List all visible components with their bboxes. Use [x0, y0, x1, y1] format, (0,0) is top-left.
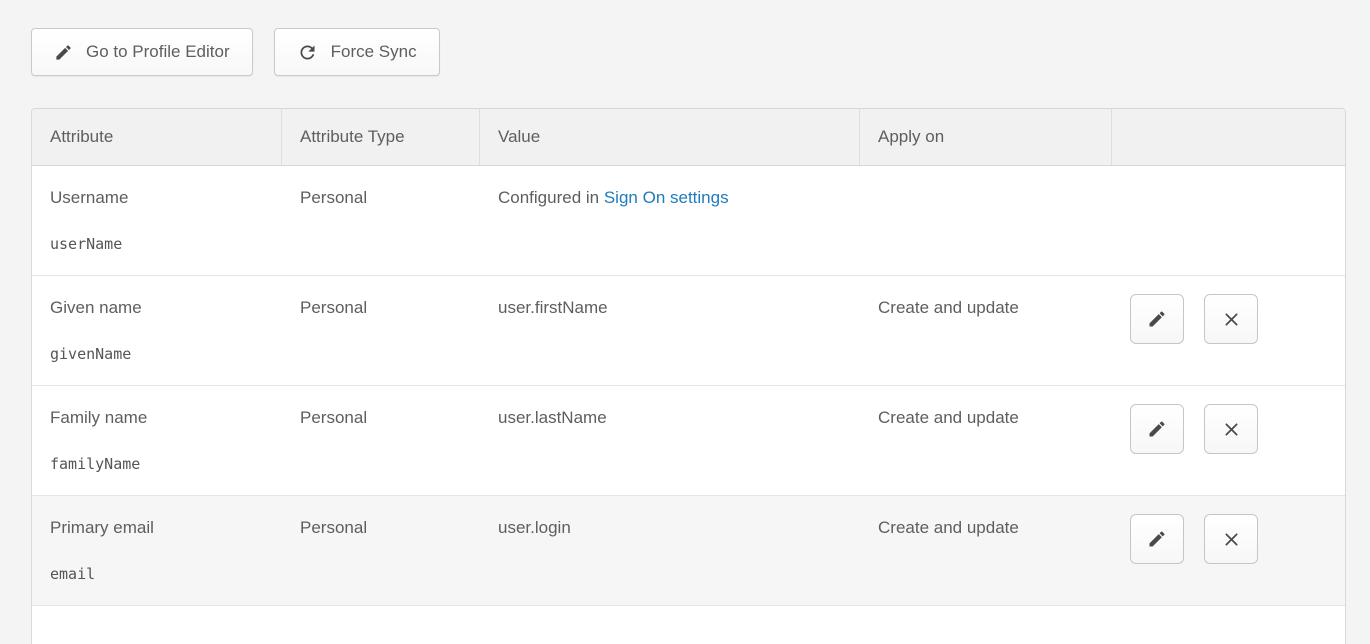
edit-attribute-button[interactable]	[1130, 514, 1184, 564]
attribute-cell: Given name givenName	[32, 276, 282, 385]
attribute-variable-name: userName	[50, 235, 264, 253]
apply-on-cell: Create and update	[860, 386, 1112, 495]
table-header-row: Attribute Attribute Type Value Apply on	[32, 109, 1345, 166]
toolbar: Go to Profile Editor Force Sync	[31, 28, 440, 76]
force-sync-label: Force Sync	[331, 42, 417, 62]
delete-attribute-button[interactable]	[1204, 294, 1258, 344]
pencil-icon	[1147, 419, 1167, 439]
table-row-family-name: Family name familyName Personal user.las…	[32, 386, 1345, 496]
actions-cell	[1112, 166, 1345, 275]
table-row-username: Username userName Personal Configured in…	[32, 166, 1345, 276]
apply-on-cell: Create and update	[860, 276, 1112, 385]
header-attribute: Attribute	[32, 109, 282, 165]
header-actions	[1112, 109, 1345, 165]
pencil-icon	[54, 43, 73, 62]
delete-attribute-button[interactable]	[1204, 514, 1258, 564]
table-row-given-name: Given name givenName Personal user.first…	[32, 276, 1345, 386]
actions-cell	[1112, 276, 1345, 385]
apply-on-cell: Create and update	[860, 496, 1112, 605]
attribute-mappings-table: Attribute Attribute Type Value Apply on …	[31, 108, 1346, 644]
header-attribute-type: Attribute Type	[282, 109, 480, 165]
value-cell: Configured in Sign On settings	[480, 166, 860, 275]
attribute-type-cell: Personal	[282, 276, 480, 385]
pencil-icon	[1147, 309, 1167, 329]
delete-attribute-button[interactable]	[1204, 404, 1258, 454]
close-icon	[1222, 530, 1241, 549]
attribute-cell: Primary email email	[32, 496, 282, 605]
actions-cell	[1112, 496, 1345, 605]
value-text: Configured in	[498, 188, 604, 207]
close-icon	[1222, 420, 1241, 439]
attribute-type-cell: Personal	[282, 166, 480, 275]
force-sync-button[interactable]: Force Sync	[274, 28, 440, 76]
actions-cell	[1112, 386, 1345, 495]
next-row-partial	[32, 606, 1345, 644]
attribute-display-name: Family name	[50, 408, 264, 428]
pencil-icon	[1147, 529, 1167, 549]
value-cell: user.firstName	[480, 276, 860, 385]
header-value: Value	[480, 109, 860, 165]
table-row-primary-email: Primary email email Personal user.login …	[32, 496, 1345, 606]
attribute-cell: Family name familyName	[32, 386, 282, 495]
value-cell: user.login	[480, 496, 860, 605]
attribute-cell: Username userName	[32, 166, 282, 275]
refresh-icon	[297, 42, 318, 63]
attribute-display-name: Primary email	[50, 518, 264, 538]
attribute-type-cell: Personal	[282, 496, 480, 605]
attribute-mappings-page: Go to Profile Editor Force Sync Attribut…	[0, 0, 1370, 644]
attribute-type-cell: Personal	[282, 386, 480, 495]
value-cell: user.lastName	[480, 386, 860, 495]
sign-on-settings-link[interactable]: Sign On settings	[604, 188, 729, 207]
header-apply-on: Apply on	[860, 109, 1112, 165]
go-to-profile-editor-label: Go to Profile Editor	[86, 42, 230, 62]
attribute-display-name: Username	[50, 188, 264, 208]
go-to-profile-editor-button[interactable]: Go to Profile Editor	[31, 28, 253, 76]
edit-attribute-button[interactable]	[1130, 294, 1184, 344]
attribute-variable-name: givenName	[50, 345, 264, 363]
close-icon	[1222, 310, 1241, 329]
attribute-display-name: Given name	[50, 298, 264, 318]
apply-on-cell	[860, 166, 1112, 275]
attribute-variable-name: familyName	[50, 455, 264, 473]
edit-attribute-button[interactable]	[1130, 404, 1184, 454]
attribute-variable-name: email	[50, 565, 264, 583]
